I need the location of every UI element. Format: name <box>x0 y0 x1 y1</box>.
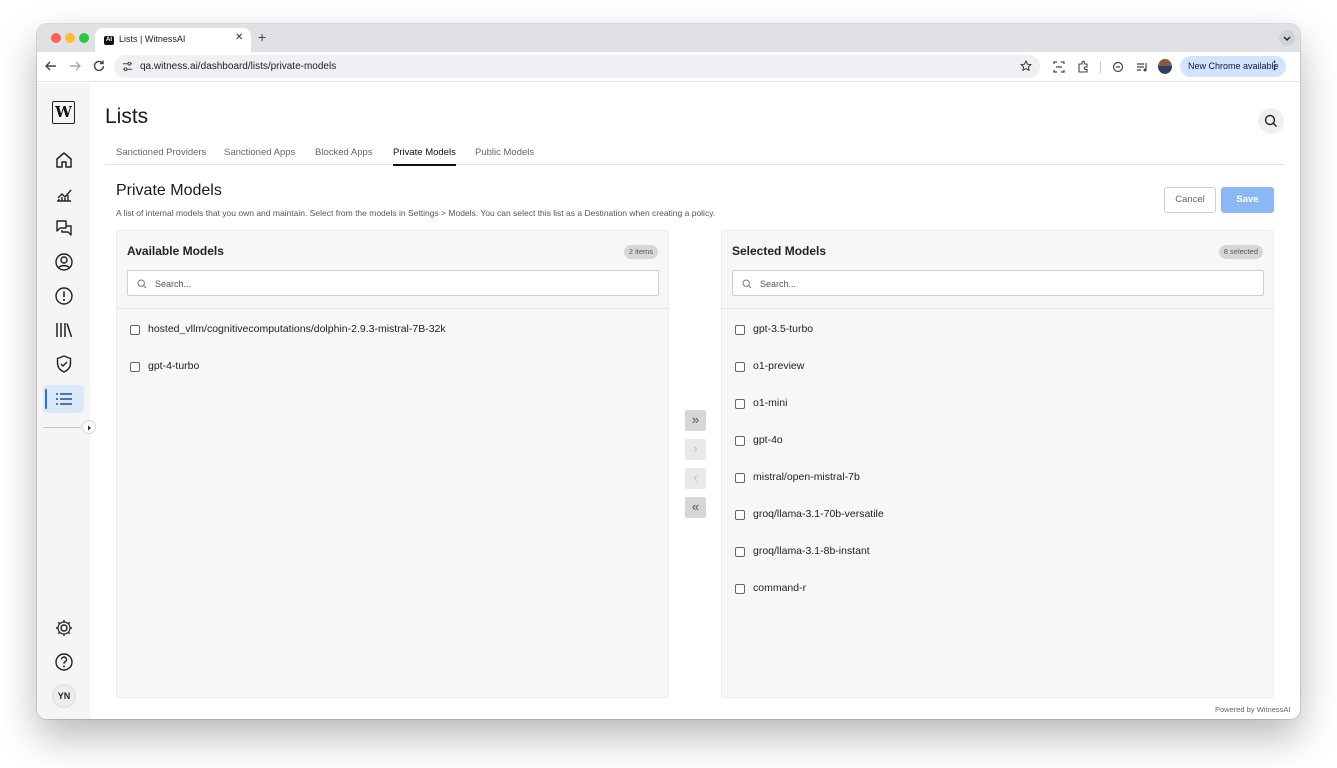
item-checkbox[interactable] <box>735 436 745 446</box>
tab-sanctioned-providers[interactable]: Sanctioned Providers <box>116 147 206 164</box>
search-icon <box>742 279 752 289</box>
chrome-update-button[interactable]: New Chrome available ⋮ <box>1180 56 1286 77</box>
search-icon <box>137 279 147 289</box>
item-label: o1-mini <box>753 397 788 409</box>
browser-window: AI Lists | WitnessAI ✕ + qa.witness.ai/d… <box>37 24 1300 719</box>
panel-title: Available Models <box>127 244 224 258</box>
item-checkbox[interactable] <box>735 399 745 409</box>
sidebar-divider <box>43 427 81 428</box>
item-checkbox[interactable] <box>735 325 745 335</box>
powered-by-footer: Powered by WitnessAI <box>1215 705 1291 714</box>
item-checkbox[interactable] <box>735 584 745 594</box>
ai-extension-icon[interactable] <box>1111 60 1125 74</box>
item-label: hosted_vllm/cognitivecomputations/dolphi… <box>148 323 446 335</box>
item-checkbox[interactable] <box>735 473 745 483</box>
more-menu-icon[interactable]: ⋮ <box>1269 56 1280 77</box>
favicon-icon: AI <box>104 36 114 45</box>
update-label: New Chrome available <box>1188 61 1279 71</box>
toolbar-divider <box>1100 61 1101 73</box>
selected-models-panel: Selected Models 8 selected gpt-3.5-turbo… <box>721 230 1274 698</box>
main-content: Lists Sanctioned Providers Sanctioned Ap… <box>90 83 1300 719</box>
chevron-down-icon <box>1283 36 1291 41</box>
url-text: qa.witness.ai/dashboard/lists/private-mo… <box>140 61 337 72</box>
tab-private-models[interactable]: Private Models <box>393 147 456 166</box>
item-checkbox[interactable] <box>735 510 745 520</box>
address-bar[interactable]: qa.witness.ai/dashboard/lists/private-mo… <box>114 55 1040 78</box>
extension-icon[interactable] <box>1076 60 1090 74</box>
item-label: gpt-3.5-turbo <box>753 323 814 335</box>
move-right-button[interactable]: › <box>685 439 706 460</box>
selected-search-input[interactable] <box>760 276 1250 291</box>
screenshot-icon[interactable] <box>1052 60 1066 74</box>
settings-icon[interactable] <box>54 618 74 638</box>
sidebar: W YN <box>37 83 96 719</box>
item-checkbox[interactable] <box>130 325 140 335</box>
site-settings-icon[interactable] <box>122 61 133 72</box>
tab-public-models[interactable]: Public Models <box>475 147 534 164</box>
analytics-icon[interactable] <box>54 184 74 204</box>
library-icon[interactable] <box>54 320 74 340</box>
move-left-button[interactable]: ‹ <box>685 468 706 489</box>
section-title: Private Models <box>116 182 222 199</box>
alerts-icon[interactable] <box>54 286 74 306</box>
panel-title: Selected Models <box>732 244 827 258</box>
item-label: groq/llama-3.1-70b-versatile <box>753 508 884 520</box>
cancel-button[interactable]: Cancel <box>1164 187 1216 213</box>
minimize-window-button[interactable] <box>65 33 75 43</box>
page-title: Lists <box>105 105 149 128</box>
item-checkbox[interactable] <box>735 362 745 372</box>
item-count-badge: 2 items <box>623 245 658 259</box>
selected-search-field[interactable] <box>732 270 1264 296</box>
browser-tab[interactable]: AI Lists | WitnessAI ✕ <box>95 28 251 52</box>
profile-avatar[interactable] <box>1158 59 1172 74</box>
new-tab-button[interactable]: + <box>258 29 266 45</box>
item-label: gpt-4o <box>753 434 783 446</box>
move-all-right-button[interactable]: » <box>685 410 706 431</box>
save-button[interactable]: Save <box>1221 187 1274 213</box>
item-label: command-r <box>753 582 807 594</box>
browser-tab-strip: AI Lists | WitnessAI ✕ + <box>37 24 1300 52</box>
browser-toolbar: qa.witness.ai/dashboard/lists/private-mo… <box>37 52 1300 82</box>
move-all-left-button[interactable]: « <box>685 497 706 518</box>
tab-blocked-apps[interactable]: Blocked Apps <box>315 147 373 164</box>
tab-title: Lists | WitnessAI <box>119 34 186 44</box>
zoom-window-button[interactable] <box>79 33 89 43</box>
active-indicator <box>45 389 47 409</box>
list-tabs: Sanctioned Providers Sanctioned Apps Blo… <box>105 145 1285 166</box>
back-icon[interactable] <box>43 58 59 74</box>
panel-divider <box>722 308 1273 309</box>
item-label: gpt-4-turbo <box>148 360 200 372</box>
item-label: mistral/open-mistral-7b <box>753 471 860 483</box>
home-icon[interactable] <box>54 150 74 170</box>
available-models-panel: Available Models 2 items hosted_vllm/cog… <box>116 230 669 698</box>
app-logo[interactable]: W <box>52 101 75 124</box>
available-search-field[interactable] <box>127 270 659 296</box>
user-avatar[interactable]: YN <box>52 684 76 708</box>
help-icon[interactable] <box>54 652 74 672</box>
media-controls-icon[interactable] <box>1135 60 1149 74</box>
item-label: groq/llama-3.1-8b-instant <box>753 545 870 557</box>
search-icon <box>1264 114 1277 127</box>
shield-icon[interactable] <box>54 354 74 374</box>
global-search-button[interactable] <box>1258 108 1284 134</box>
item-label: o1-preview <box>753 360 805 372</box>
reload-icon[interactable] <box>91 58 107 74</box>
section-description: A list of internal models that you own a… <box>116 208 716 218</box>
users-icon[interactable] <box>54 252 74 272</box>
tab-sanctioned-apps[interactable]: Sanctioned Apps <box>224 147 295 164</box>
close-window-button[interactable] <box>51 33 61 43</box>
forward-icon[interactable] <box>67 58 83 74</box>
available-search-input[interactable] <box>155 276 645 291</box>
item-checkbox[interactable] <box>130 362 140 372</box>
tab-search-button[interactable] <box>1279 30 1295 46</box>
item-checkbox[interactable] <box>735 547 745 557</box>
app-root: W YN Lists Sanctioned Providers Sanction… <box>37 83 1300 719</box>
tab-close-icon[interactable]: ✕ <box>235 32 243 43</box>
list-icon[interactable] <box>54 389 74 409</box>
bookmark-star-icon[interactable] <box>1020 60 1032 72</box>
panel-divider <box>117 308 668 309</box>
conversations-icon[interactable] <box>54 218 74 238</box>
selected-count-badge: 8 selected <box>1218 245 1263 259</box>
